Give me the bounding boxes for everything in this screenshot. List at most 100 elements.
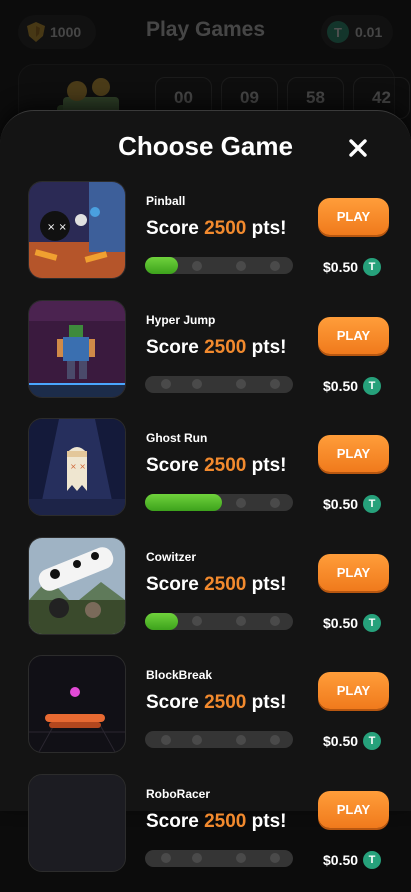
game-thumbnail-blockbreak[interactable] [28,655,126,753]
progress-step-dot [236,616,246,626]
tether-icon: T [363,495,381,513]
progress-step-dot [236,853,246,863]
play-button-blockbreak[interactable]: PLAY [318,672,389,709]
score-value: 2500 [204,692,246,713]
progress-step-dot [161,379,171,389]
game-row-roboracer: RoboRacer Score 2500 pts! PLAY $0.50 T [0,774,411,892]
game-price: $0.50 T [323,377,381,395]
score-value: 2500 [204,574,246,595]
progress-step-dot [192,261,202,271]
tether-icon: T [363,851,381,869]
tether-icon: T [363,377,381,395]
game-score: Score 2500 pts! [146,811,286,833]
game-price: $0.50 T [323,851,381,869]
progress-step-dot [236,379,246,389]
game-row-ghost-run: × × Ghost Run Score 2500 pts! PLAY $0.50… [0,418,411,537]
score-label: Score [146,455,199,476]
tether-icon: T [363,732,381,750]
progress-bar [145,613,293,630]
progress-step-dot [161,853,171,863]
hyper-jump-art-icon [29,301,125,397]
progress-step-dot [192,379,202,389]
price-amount: $0.50 [323,496,358,512]
progress-bar [145,376,293,393]
game-name: Ghost Run [146,431,207,445]
price-amount: $0.50 [323,259,358,275]
progress-step-dot [270,616,280,626]
game-thumbnail-roboracer[interactable] [28,774,126,872]
game-price: $0.50 T [323,258,381,276]
game-thumbnail-cowitzer[interactable] [28,537,126,635]
blockbreak-art-icon [29,656,125,752]
progress-fill [145,613,178,630]
choose-game-modal: Choose Game × × Pinball [0,110,411,811]
close-icon [349,139,367,157]
progress-bar [145,850,293,867]
game-row-cowitzer: Cowitzer Score 2500 pts! PLAY $0.50 T [0,537,411,656]
score-value: 2500 [204,337,246,358]
tether-amount: 0.01 [355,24,382,40]
score-label: Score [146,574,199,595]
progress-step-dot [270,261,280,271]
game-price: $0.50 T [323,614,381,632]
game-thumbnail-hyper-jump[interactable] [28,300,126,398]
roboracer-art-icon [29,775,125,871]
game-name: Hyper Jump [146,313,215,327]
game-score: Score 2500 pts! [146,218,286,240]
game-score: Score 2500 pts! [146,455,286,477]
play-button-roboracer[interactable]: PLAY [318,791,389,828]
game-score: Score 2500 pts! [146,574,286,596]
pinball-art-icon: × × [29,182,125,278]
price-amount: $0.50 [323,378,358,394]
score-unit: pts! [252,337,287,358]
progress-step-dot [192,853,202,863]
score-label: Score [146,692,199,713]
play-button-cowitzer[interactable]: PLAY [318,554,389,591]
progress-step-dot [236,735,246,745]
score-value: 2500 [204,455,246,476]
score-value: 2500 [204,218,246,239]
cowitzer-art-icon [29,538,125,634]
game-list: × × Pinball Score 2500 pts! PLAY $0.50 T [0,181,411,892]
close-button[interactable] [345,135,371,161]
score-unit: pts! [252,692,287,713]
svg-text:× ×: × × [70,462,86,471]
game-row-pinball: × × Pinball Score 2500 pts! PLAY $0.50 T [0,181,411,300]
progress-bar [145,494,293,511]
progress-step-dot [161,735,171,745]
ghost-run-art-icon: × × [29,419,125,515]
progress-fill [145,494,222,511]
tether-balance[interactable]: T 0.01 [321,15,393,49]
game-name: BlockBreak [146,668,212,682]
progress-bar [145,731,293,748]
score-label: Score [146,811,199,832]
game-thumbnail-ghost-run[interactable]: × × [28,418,126,516]
play-button-pinball[interactable]: PLAY [318,198,389,235]
game-price: $0.50 T [323,732,381,750]
score-value: 2500 [204,811,246,832]
score-unit: pts! [252,218,287,239]
price-amount: $0.50 [323,852,358,868]
play-button-ghost-run[interactable]: PLAY [318,435,389,472]
play-button-hyper-jump[interactable]: PLAY [318,317,389,354]
progress-bar [145,257,293,274]
game-score: Score 2500 pts! [146,692,286,714]
game-thumbnail-pinball[interactable]: × × [28,181,126,279]
game-name: Pinball [146,194,185,208]
game-score: Score 2500 pts! [146,337,286,359]
progress-step-dot [270,379,280,389]
progress-step-dot [236,498,246,508]
score-unit: pts! [252,455,287,476]
progress-step-dot [192,735,202,745]
progress-step-dot [270,735,280,745]
tether-icon: T [363,258,381,276]
score-label: Score [146,337,199,358]
tether-icon: T [363,614,381,632]
progress-step-dot [270,498,280,508]
tether-icon: T [327,21,349,43]
progress-step-dot [236,261,246,271]
score-unit: pts! [252,811,287,832]
top-bar: 1000 Play Games T 0.01 [0,12,411,54]
svg-text:× ×: × × [47,222,67,233]
game-price: $0.50 T [323,495,381,513]
